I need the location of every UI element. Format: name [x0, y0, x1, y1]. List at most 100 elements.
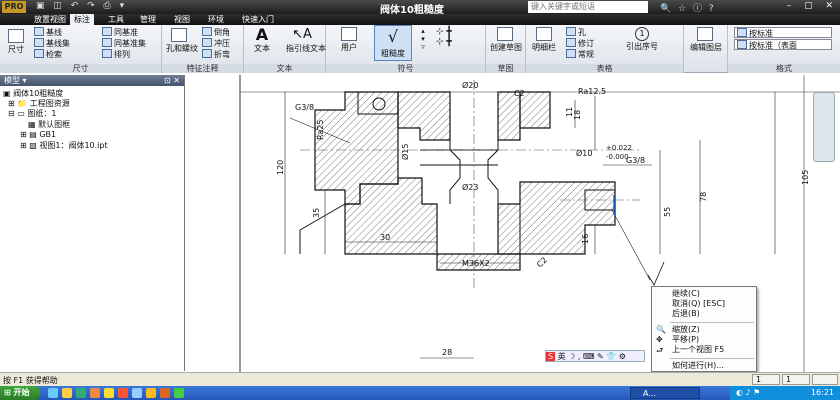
menu-item-previous-view[interactable]: 上一个视图 F5 — [672, 345, 724, 355]
menu-item-back[interactable]: 后退(B) — [672, 309, 700, 319]
menu-tab[interactable]: 工具 — [104, 14, 128, 25]
quick-access-toolbar[interactable]: ▣ ◫ ↶ ↷ ⎙ ▾ — [36, 1, 127, 11]
dimension-button[interactable]: 尺寸 — [4, 29, 28, 55]
layer-select[interactable]: 按标准（表面 — [734, 39, 832, 50]
dim-text[interactable]: +0.022 — [606, 144, 632, 152]
zoom-icon: 🔍 — [656, 325, 666, 334]
quicklaunch-icon[interactable] — [90, 388, 100, 398]
balloon-button[interactable]: 1 引出序号 — [618, 27, 666, 52]
ordinate-button[interactable]: 同基准 — [102, 27, 138, 38]
dim-text[interactable]: Ø10 — [576, 148, 592, 158]
group-label: 特征注释 — [162, 64, 243, 73]
parts-list-button[interactable]: 明细栏 — [530, 27, 558, 53]
dim-text[interactable]: Ø20 — [462, 80, 478, 90]
quicklaunch-icon[interactable] — [48, 388, 58, 398]
menu-item-continue[interactable]: 继续(C) — [672, 289, 700, 299]
model-browser: 模型 ▾ ⊡ ✕ ▣ 阀体10粗糙度 ⊞ 📁 工程图资源 ⊟ ▭ 图纸：1 ▦ 默… — [0, 75, 185, 371]
dim-text[interactable]: M36X2 — [462, 259, 490, 268]
quicklaunch-icon[interactable] — [104, 388, 114, 398]
leader-text-button[interactable]: ↖A 指引线文本 — [286, 27, 326, 54]
layers-icon — [697, 27, 713, 41]
search-input[interactable]: 键入关键字或短语 — [528, 1, 648, 13]
dim-text[interactable]: C2 — [514, 89, 525, 98]
close-icon[interactable]: ⊡ ✕ — [164, 75, 180, 86]
baseline-set-button[interactable]: 基线集 — [34, 38, 70, 49]
hole-thread-button[interactable]: 孔和螺纹 — [166, 28, 198, 54]
quicklaunch-icon[interactable] — [160, 388, 170, 398]
group-symbols: 用户 √ 粗糙度 ▴ ▾ ▿ ⊹ ╋ ⊹ ╋ 符号 — [326, 25, 486, 73]
dim-text[interactable]: 120 — [276, 160, 285, 175]
edit-layers-button[interactable]: 编辑图层 — [690, 27, 722, 53]
text-button[interactable]: A 文本 — [250, 27, 274, 54]
baseline-button[interactable]: 基线 — [34, 27, 62, 38]
centerline-tools[interactable]: ⊹ ╋ ⊹ ╋ — [436, 27, 476, 47]
tree-node-sheet[interactable]: ⊟ ▭ 图纸：1 — [8, 108, 56, 119]
menu-tab[interactable]: 标注 — [70, 14, 94, 25]
quicklaunch-icon[interactable] — [118, 388, 128, 398]
menu-item-pan[interactable]: 平移(P) — [672, 335, 699, 345]
group-tables: 明细栏 孔 修订 常规 1 引出序号 表格 — [526, 25, 684, 73]
punch-button[interactable]: 冲压 — [202, 38, 230, 49]
roughness-symbol-preview — [647, 261, 665, 286]
app-logo[interactable]: PRO — [2, 1, 26, 13]
menu-tab[interactable]: 环境 — [204, 14, 228, 25]
dim-text[interactable]: Ra12.5 — [578, 87, 606, 96]
group-label: 尺寸 — [0, 64, 161, 73]
surface-texture-button[interactable]: √ 粗糙度 — [374, 25, 412, 61]
menu-tab[interactable]: 管理 — [136, 14, 160, 25]
bend-button[interactable]: 折弯 — [202, 49, 230, 60]
dim-text[interactable]: G3/8 — [626, 156, 645, 165]
dim-text[interactable]: 35 — [312, 208, 321, 218]
roughness-icon: √ — [387, 27, 399, 46]
menu-item-how-to[interactable]: 如何进行(H)... — [672, 361, 724, 371]
quicklaunch-icon[interactable] — [132, 388, 142, 398]
create-sketch-button[interactable]: 创建草图 — [490, 27, 522, 53]
general-table-button[interactable]: 常规 — [566, 49, 594, 60]
hole-table-button[interactable]: 孔 — [566, 27, 586, 38]
retrieve-button[interactable]: 检索 — [34, 49, 62, 60]
dim-text[interactable]: Ra25 — [316, 120, 325, 140]
tree-node-view[interactable]: ⊞ ▧ 视图1：阀体10.ipt — [20, 140, 108, 151]
browser-header[interactable]: 模型 ▾ ⊡ ✕ — [0, 75, 184, 86]
dim-text[interactable]: Ø23 — [462, 182, 478, 192]
ime-toolbar[interactable]: S 英 ☽ , ⌨ ✎ 👕 ⚙ — [545, 350, 645, 362]
dim-text[interactable]: 78 — [699, 192, 708, 202]
dim-text[interactable]: 30 — [380, 233, 390, 242]
dim-text[interactable]: 16 — [581, 234, 590, 244]
dim-text[interactable]: 18 — [573, 110, 582, 120]
menu-item-zoom[interactable]: 缩放(Z) — [672, 325, 700, 335]
user-symbol-button[interactable]: 用户 — [332, 27, 366, 53]
menu-tab[interactable]: 快速入门 — [238, 14, 278, 25]
menu-tab[interactable]: 视图 — [170, 14, 194, 25]
tray-icons[interactable]: ◐ ♪ ⚑ — [736, 388, 760, 397]
dim-text[interactable]: Ø15 — [400, 144, 410, 160]
ordinate-set-button[interactable]: 同基准集 — [102, 38, 146, 49]
quicklaunch-icon[interactable] — [174, 388, 184, 398]
dim-text[interactable]: C2 — [535, 255, 549, 269]
revision-button[interactable]: 修订 — [566, 38, 594, 49]
dim-text[interactable]: G3/8 — [295, 103, 314, 112]
chamfer-button[interactable]: 倒角 — [202, 27, 230, 38]
window-controls[interactable]: – ▢ ✕ — [787, 1, 838, 11]
hole-icon — [171, 28, 187, 42]
dim-text[interactable]: 105 — [801, 170, 810, 185]
start-button[interactable]: ⊞ 开始 — [0, 386, 40, 400]
group-sketch: 创建草图 草图 — [486, 25, 526, 73]
arrange-button[interactable]: 排列 — [102, 49, 130, 60]
tree-node-border[interactable]: ▦ 默认图框 — [28, 119, 70, 130]
taskbar-app-button[interactable]: A... — [630, 387, 700, 399]
quicklaunch-icon[interactable] — [76, 388, 86, 398]
group-label: 草图 — [486, 64, 525, 73]
quicklaunch-icon[interactable] — [146, 388, 156, 398]
dim-text[interactable]: 55 — [663, 207, 672, 217]
quicklaunch-icon[interactable] — [62, 388, 72, 398]
navigation-bar[interactable] — [813, 92, 835, 162]
tree-node-title-block[interactable]: ⊞ ▤ GB1 — [20, 130, 56, 139]
sketch-icon — [497, 27, 513, 41]
symbol-gallery-scroll[interactable]: ▴ ▾ ▿ — [418, 27, 428, 51]
style-select[interactable]: 按标准 — [734, 27, 832, 38]
menu-item-cancel[interactable]: 取消(Q) [ESC] — [672, 299, 725, 309]
dim-text[interactable]: 28 — [442, 348, 452, 357]
help-toolbar[interactable]: 🔍 ☆ ⓘ ? — [660, 1, 716, 14]
menu-tab[interactable]: 放置视图 — [30, 14, 70, 25]
